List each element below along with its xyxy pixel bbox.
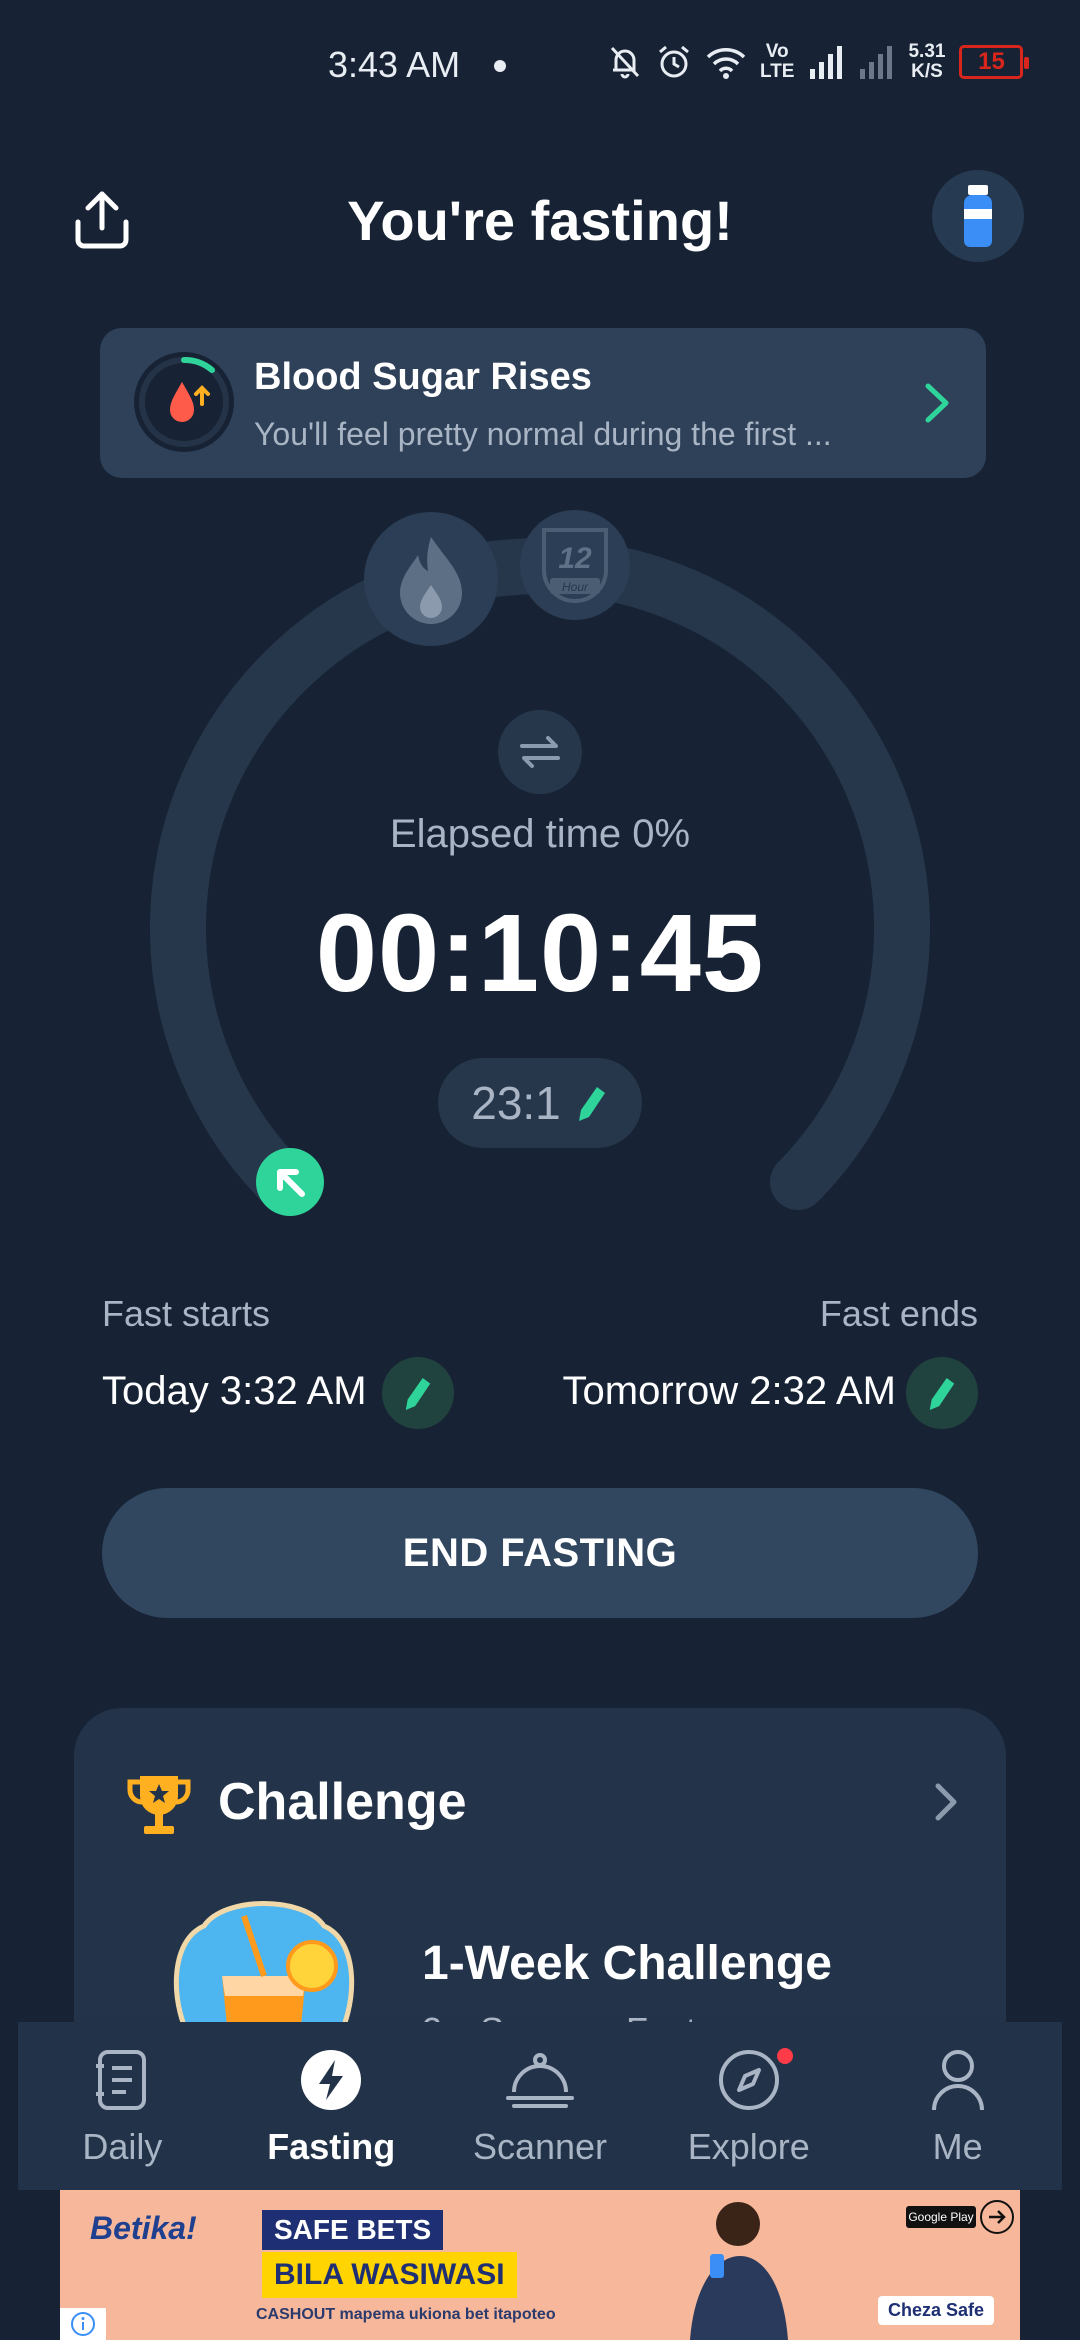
- ad-google-play-badge: Google Play: [906, 2206, 976, 2228]
- profile-icon: [924, 2046, 992, 2114]
- timer-value: 00:10:45: [315, 892, 765, 1015]
- nav-label-daily: Daily: [82, 2126, 163, 2167]
- hour-badge-unit: Hour: [562, 580, 589, 594]
- wifi-icon: [706, 45, 746, 79]
- nav-label-me: Me: [932, 2126, 983, 2167]
- mute-notifications-icon: [608, 44, 642, 80]
- battery-level: 15: [978, 48, 1005, 75]
- nav-item-scanner[interactable]: Scanner: [436, 2022, 645, 2190]
- chevron-right-icon: [932, 1780, 960, 1829]
- explore-notification-dot: [777, 2048, 794, 2064]
- nav-label-scanner: Scanner: [472, 2126, 608, 2167]
- page-title: You're fasting!: [347, 189, 733, 252]
- start-marker[interactable]: [256, 1148, 324, 1216]
- net-speed: 5.31 K/S: [908, 42, 945, 82]
- volte-indicator: Vo LTE: [760, 42, 794, 82]
- ad-brand-logo: Betika!: [90, 2210, 197, 2246]
- signal-strength-icon: [808, 45, 844, 79]
- ad-person-image: [660, 2190, 810, 2340]
- nav-item-daily[interactable]: Daily: [18, 2022, 227, 2190]
- fast-ends-label: Fast ends: [819, 1293, 978, 1334]
- water-tracker-button[interactable]: [932, 170, 1024, 262]
- net-speed-unit: K/S: [911, 61, 943, 82]
- challenge-title: Challenge: [218, 1773, 467, 1831]
- fast-starts-value: Today 3:32 AM: [102, 1369, 367, 1413]
- stage-progress-icon: [134, 352, 234, 452]
- pencil-icon: [929, 1377, 955, 1410]
- fasting-timer: 12 Hour Elapsed time 0% 00:10:45 23:1: [0, 490, 1080, 1250]
- battery-icon: 15: [959, 45, 1030, 79]
- swap-icon: [520, 736, 560, 768]
- fast-schedule: Fast starts Today 3:32 AM Fast ends Tomo…: [0, 1285, 1080, 1445]
- nav-item-me[interactable]: Me: [853, 2022, 1062, 2190]
- ad-info-icon[interactable]: [60, 2308, 106, 2340]
- pencil-icon: [405, 1377, 431, 1410]
- bottom-nav: Daily Fasting Scanner Explore Me: [18, 2022, 1062, 2190]
- pencil-icon: [578, 1087, 605, 1121]
- challenge-item-title: 1-Week Challenge: [422, 1937, 832, 1990]
- status-bar: 3:43 AM Vo LTE 5.31 K/S 15: [0, 0, 1080, 130]
- hour-milestone-badge[interactable]: 12 Hour: [520, 510, 630, 620]
- stage-description: You'll feel pretty normal during the fir…: [254, 416, 832, 452]
- hour-badge-number: 12: [558, 542, 592, 575]
- nav-label-explore: Explore: [687, 2126, 810, 2167]
- food-cloche-icon: [505, 2046, 574, 2114]
- ad-banner[interactable]: Betika! SAFE BETS BILA WASIWASI CASHOUT …: [60, 2190, 1020, 2340]
- fat-burn-stage-badge[interactable]: [364, 512, 498, 646]
- journal-icon: [88, 2046, 156, 2114]
- nav-item-explore[interactable]: Explore: [644, 2022, 853, 2190]
- status-time: 3:43 AM: [328, 44, 461, 85]
- ad-arrow-icon[interactable]: [980, 2200, 1014, 2234]
- compass-icon: [715, 2046, 783, 2114]
- arrow-up-left-icon: [277, 1169, 305, 1197]
- nav-label-fasting: Fasting: [267, 2126, 396, 2167]
- signal-strength-2-icon: [858, 45, 894, 79]
- fast-starts-label: Fast starts: [102, 1293, 271, 1334]
- volte-label: Vo: [765, 41, 789, 62]
- ad-cta-button[interactable]: Cheza Safe: [878, 2296, 995, 2325]
- end-fasting-button[interactable]: END FASTING: [102, 1488, 978, 1618]
- fasting-plan-ratio-button[interactable]: 23:1: [438, 1058, 642, 1148]
- fasting-stage-card[interactable]: Blood Sugar Rises You'll feel pretty nor…: [100, 328, 986, 478]
- ad-subheadline: BILA WASIWASI: [262, 2252, 517, 2298]
- swap-timer-view-button[interactable]: [498, 710, 582, 794]
- water-bottle-icon: [964, 185, 992, 247]
- notification-dot-icon: [494, 60, 506, 72]
- lightning-icon: [297, 2046, 365, 2114]
- flame-icon: [400, 537, 462, 624]
- ad-headline: SAFE BETS: [262, 2210, 444, 2250]
- header: You're fasting!: [0, 160, 1080, 280]
- elapsed-label: Elapsed time 0%: [389, 812, 691, 856]
- status-icons: Vo LTE 5.31 K/S 15: [608, 42, 1030, 82]
- edit-start-button[interactable]: [382, 1357, 454, 1429]
- net-speed-value: 5.31: [908, 41, 946, 62]
- chevron-right-icon: [922, 380, 952, 431]
- ad-fine-print: CASHOUT mapema ukiona bet itapoteo: [256, 2306, 556, 2323]
- plan-ratio: 23:1: [471, 1077, 561, 1129]
- stage-title: Blood Sugar Rises: [254, 356, 592, 398]
- trophy-icon: [124, 1770, 194, 1845]
- nav-item-fasting[interactable]: Fasting: [227, 2022, 436, 2190]
- lte-label: LTE: [760, 61, 795, 82]
- fast-ends-value: Tomorrow 2:32 AM: [562, 1369, 896, 1413]
- edit-end-button[interactable]: [906, 1357, 978, 1429]
- alarm-icon: [656, 44, 692, 80]
